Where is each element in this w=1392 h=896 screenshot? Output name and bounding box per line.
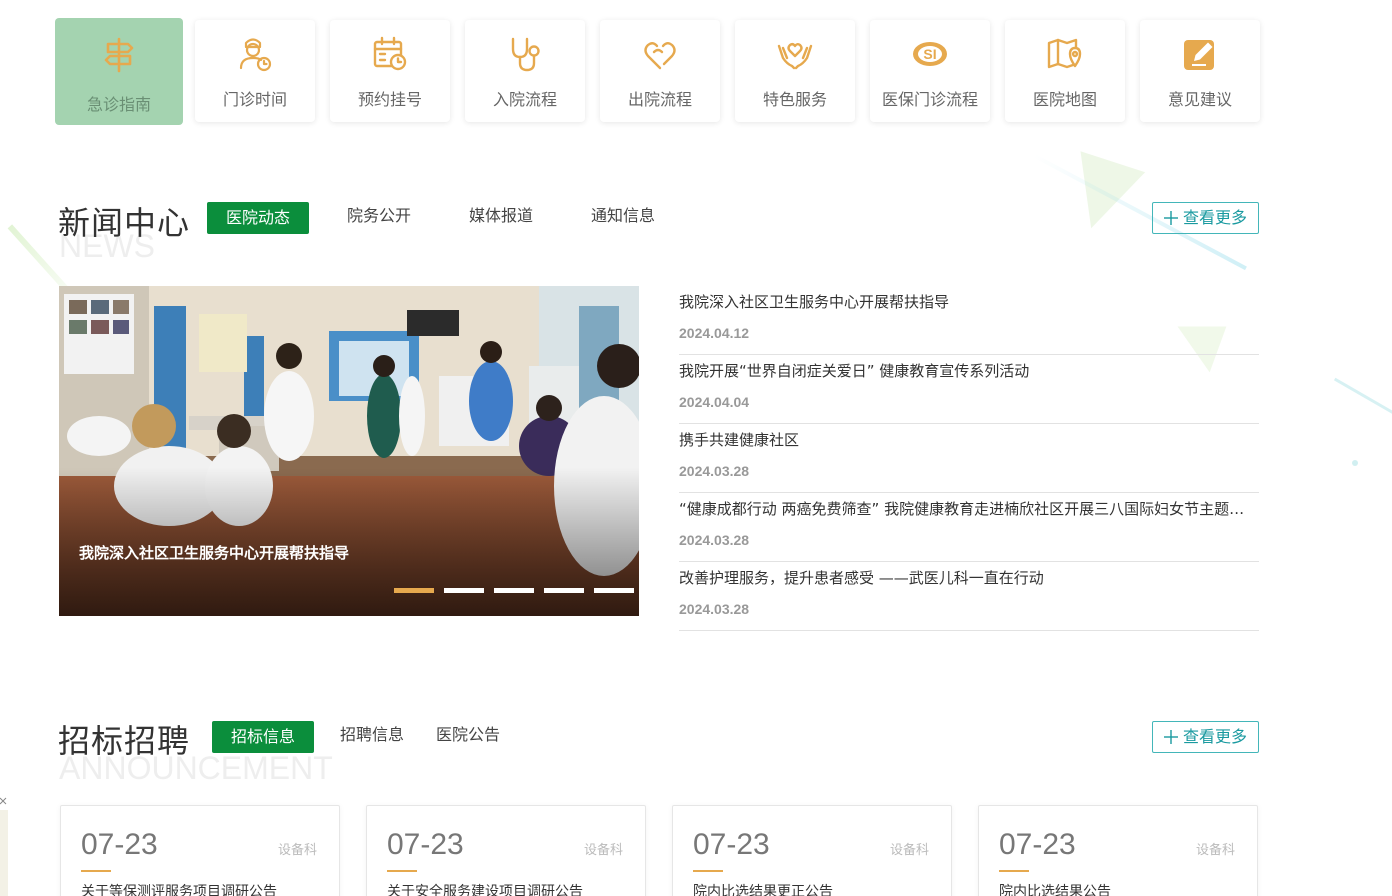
news-item-date: 2024.04.12 — [679, 325, 750, 341]
news-list-item[interactable]: 携手共建健康社区 2024.03.28 — [679, 424, 1259, 493]
quick-link-label: 医保门诊流程 — [881, 90, 978, 109]
news-list-item[interactable]: “健康成都行动 两癌免费筛查” 我院健康教育走进楠欣社区开展三八国际妇女节主题活… — [679, 493, 1259, 562]
news-item-date: 2024.03.28 — [679, 601, 750, 617]
news-item-title[interactable]: 我院开展“世界自闭症关爱日” 健康教育宣传系列活动 — [679, 360, 1259, 381]
card-accent-bar — [999, 870, 1029, 872]
card-department: 设备科 — [1195, 843, 1235, 858]
quick-link-label: 入院流程 — [492, 90, 557, 109]
news-item-date: 2024.03.28 — [679, 463, 750, 479]
tab-recruitment-info[interactable]: 招聘信息 — [330, 719, 414, 751]
svg-text:SI: SI — [923, 46, 936, 62]
quick-link-label: 医院地图 — [1032, 90, 1097, 109]
announcement-section-title: 招标招聘 — [58, 722, 191, 760]
decor-line — [1333, 377, 1392, 416]
news-item-title[interactable]: 携手共建健康社区 — [679, 429, 1259, 450]
card-department: 设备科 — [583, 843, 623, 858]
card-accent-bar — [387, 870, 417, 872]
announcement-card[interactable]: 07-23 设备科 院内比选结果公告 — [978, 805, 1258, 896]
edit-icon — [1184, 40, 1214, 70]
slider-dot[interactable] — [594, 588, 634, 593]
card-department: 设备科 — [277, 843, 317, 858]
card-department: 设备科 — [889, 843, 929, 858]
quick-link-insurance-process[interactable]: SI 医保门诊流程 — [870, 20, 990, 122]
quick-link-label: 预约挂号 — [357, 90, 422, 109]
card-title[interactable]: 院内比选结果公告 — [999, 881, 1111, 896]
map-icon — [1047, 38, 1082, 69]
heart-hands-icon — [644, 42, 676, 70]
medical-insurance-icon: SI — [913, 42, 947, 66]
quick-link-label: 急诊指南 — [86, 95, 151, 114]
more-label: 查看更多 — [1183, 208, 1248, 227]
card-title[interactable]: 院内比选结果更正公告 — [693, 881, 833, 896]
tab-tender-info[interactable]: 招标信息 — [212, 721, 314, 753]
stethoscope-icon — [511, 37, 540, 72]
decor-triangle — [1058, 151, 1146, 239]
quick-link-label: 意见建议 — [1167, 90, 1232, 109]
quick-link-emergency-guide[interactable]: 急诊指南 — [55, 18, 183, 125]
quick-link-special-services[interactable]: 特色服务 — [735, 20, 855, 122]
card-title[interactable]: 关于安全服务建设项目调研公告 — [387, 881, 583, 896]
quick-link-discharge[interactable]: 出院流程 — [600, 20, 720, 122]
news-section-title: 新闻中心 — [58, 204, 191, 242]
quick-link-label: 门诊时间 — [222, 90, 287, 109]
news-item-title[interactable]: 改善护理服务，提升患者感受 ——武医儿科一直在行动 — [679, 567, 1259, 588]
card-title[interactable]: 关于等保测评服务项目调研公告 — [81, 881, 277, 896]
card-date: 07-23 — [999, 828, 1076, 861]
news-more-button[interactable]: 查看更多 — [1152, 202, 1259, 234]
card-accent-bar — [81, 870, 111, 872]
plus-icon — [1164, 730, 1178, 744]
signpost-icon — [104, 37, 134, 73]
quick-link-label: 特色服务 — [762, 90, 827, 109]
slider-dot[interactable] — [544, 588, 584, 593]
quick-link-appointment[interactable]: 预约挂号 — [330, 20, 450, 122]
care-heart-icon — [777, 43, 813, 70]
tab-hospital-affairs[interactable]: 院务公开 — [334, 200, 424, 232]
announcement-card[interactable]: 07-23 设备科 关于等保测评服务项目调研公告 — [60, 805, 340, 896]
slider-caption[interactable]: 我院深入社区卫生服务中心开展帮扶指导 — [79, 542, 349, 563]
slider-photo — [59, 286, 639, 616]
tab-notices[interactable]: 通知信息 — [578, 200, 668, 232]
card-date: 07-23 — [387, 828, 464, 861]
news-list-item[interactable]: 改善护理服务，提升患者感受 ——武医儿科一直在行动 2024.03.28 — [679, 562, 1259, 631]
card-accent-bar — [693, 870, 723, 872]
plus-icon — [1164, 211, 1178, 225]
news-list-item[interactable]: 我院深入社区卫生服务中心开展帮扶指导 2024.04.12 — [679, 286, 1259, 355]
decor-dot — [1352, 460, 1358, 466]
news-item-title[interactable]: “健康成都行动 两癌免费筛查” 我院健康教育走进楠欣社区开展三八国际妇女节主题活… — [679, 498, 1259, 519]
side-widget-close-icon[interactable] — [0, 796, 10, 896]
calendar-clock-icon — [373, 36, 407, 71]
news-item-date: 2024.03.28 — [679, 532, 750, 548]
tab-media-reports[interactable]: 媒体报道 — [456, 200, 546, 232]
tab-hospital-news[interactable]: 医院动态 — [207, 202, 309, 234]
announcement-more-button[interactable]: 查看更多 — [1152, 721, 1259, 753]
quick-link-admission[interactable]: 入院流程 — [465, 20, 585, 122]
announcement-card[interactable]: 07-23 设备科 院内比选结果更正公告 — [672, 805, 952, 896]
quick-link-label: 出院流程 — [627, 90, 692, 109]
doctor-clock-icon — [239, 38, 272, 72]
quick-link-feedback[interactable]: 意见建议 — [1140, 20, 1260, 122]
news-item-date: 2024.04.04 — [679, 394, 750, 410]
more-label: 查看更多 — [1183, 727, 1248, 746]
news-list-item[interactable]: 我院开展“世界自闭症关爱日” 健康教育宣传系列活动 2024.04.04 — [679, 355, 1259, 424]
announcement-card[interactable]: 07-23 设备科 关于安全服务建设项目调研公告 — [366, 805, 646, 896]
quick-link-hospital-map[interactable]: 医院地图 — [1005, 20, 1125, 122]
slider-dot[interactable] — [444, 588, 484, 593]
news-slider[interactable]: 我院深入社区卫生服务中心开展帮扶指导 — [59, 286, 639, 616]
slider-dot[interactable] — [394, 588, 434, 593]
card-date: 07-23 — [81, 828, 158, 861]
card-date: 07-23 — [693, 828, 770, 861]
slider-dot[interactable] — [494, 588, 534, 593]
quick-link-clinic-hours[interactable]: 门诊时间 — [195, 20, 315, 122]
tab-hospital-announcements[interactable]: 医院公告 — [426, 719, 510, 751]
news-item-title[interactable]: 我院深入社区卫生服务中心开展帮扶指导 — [679, 291, 1259, 312]
